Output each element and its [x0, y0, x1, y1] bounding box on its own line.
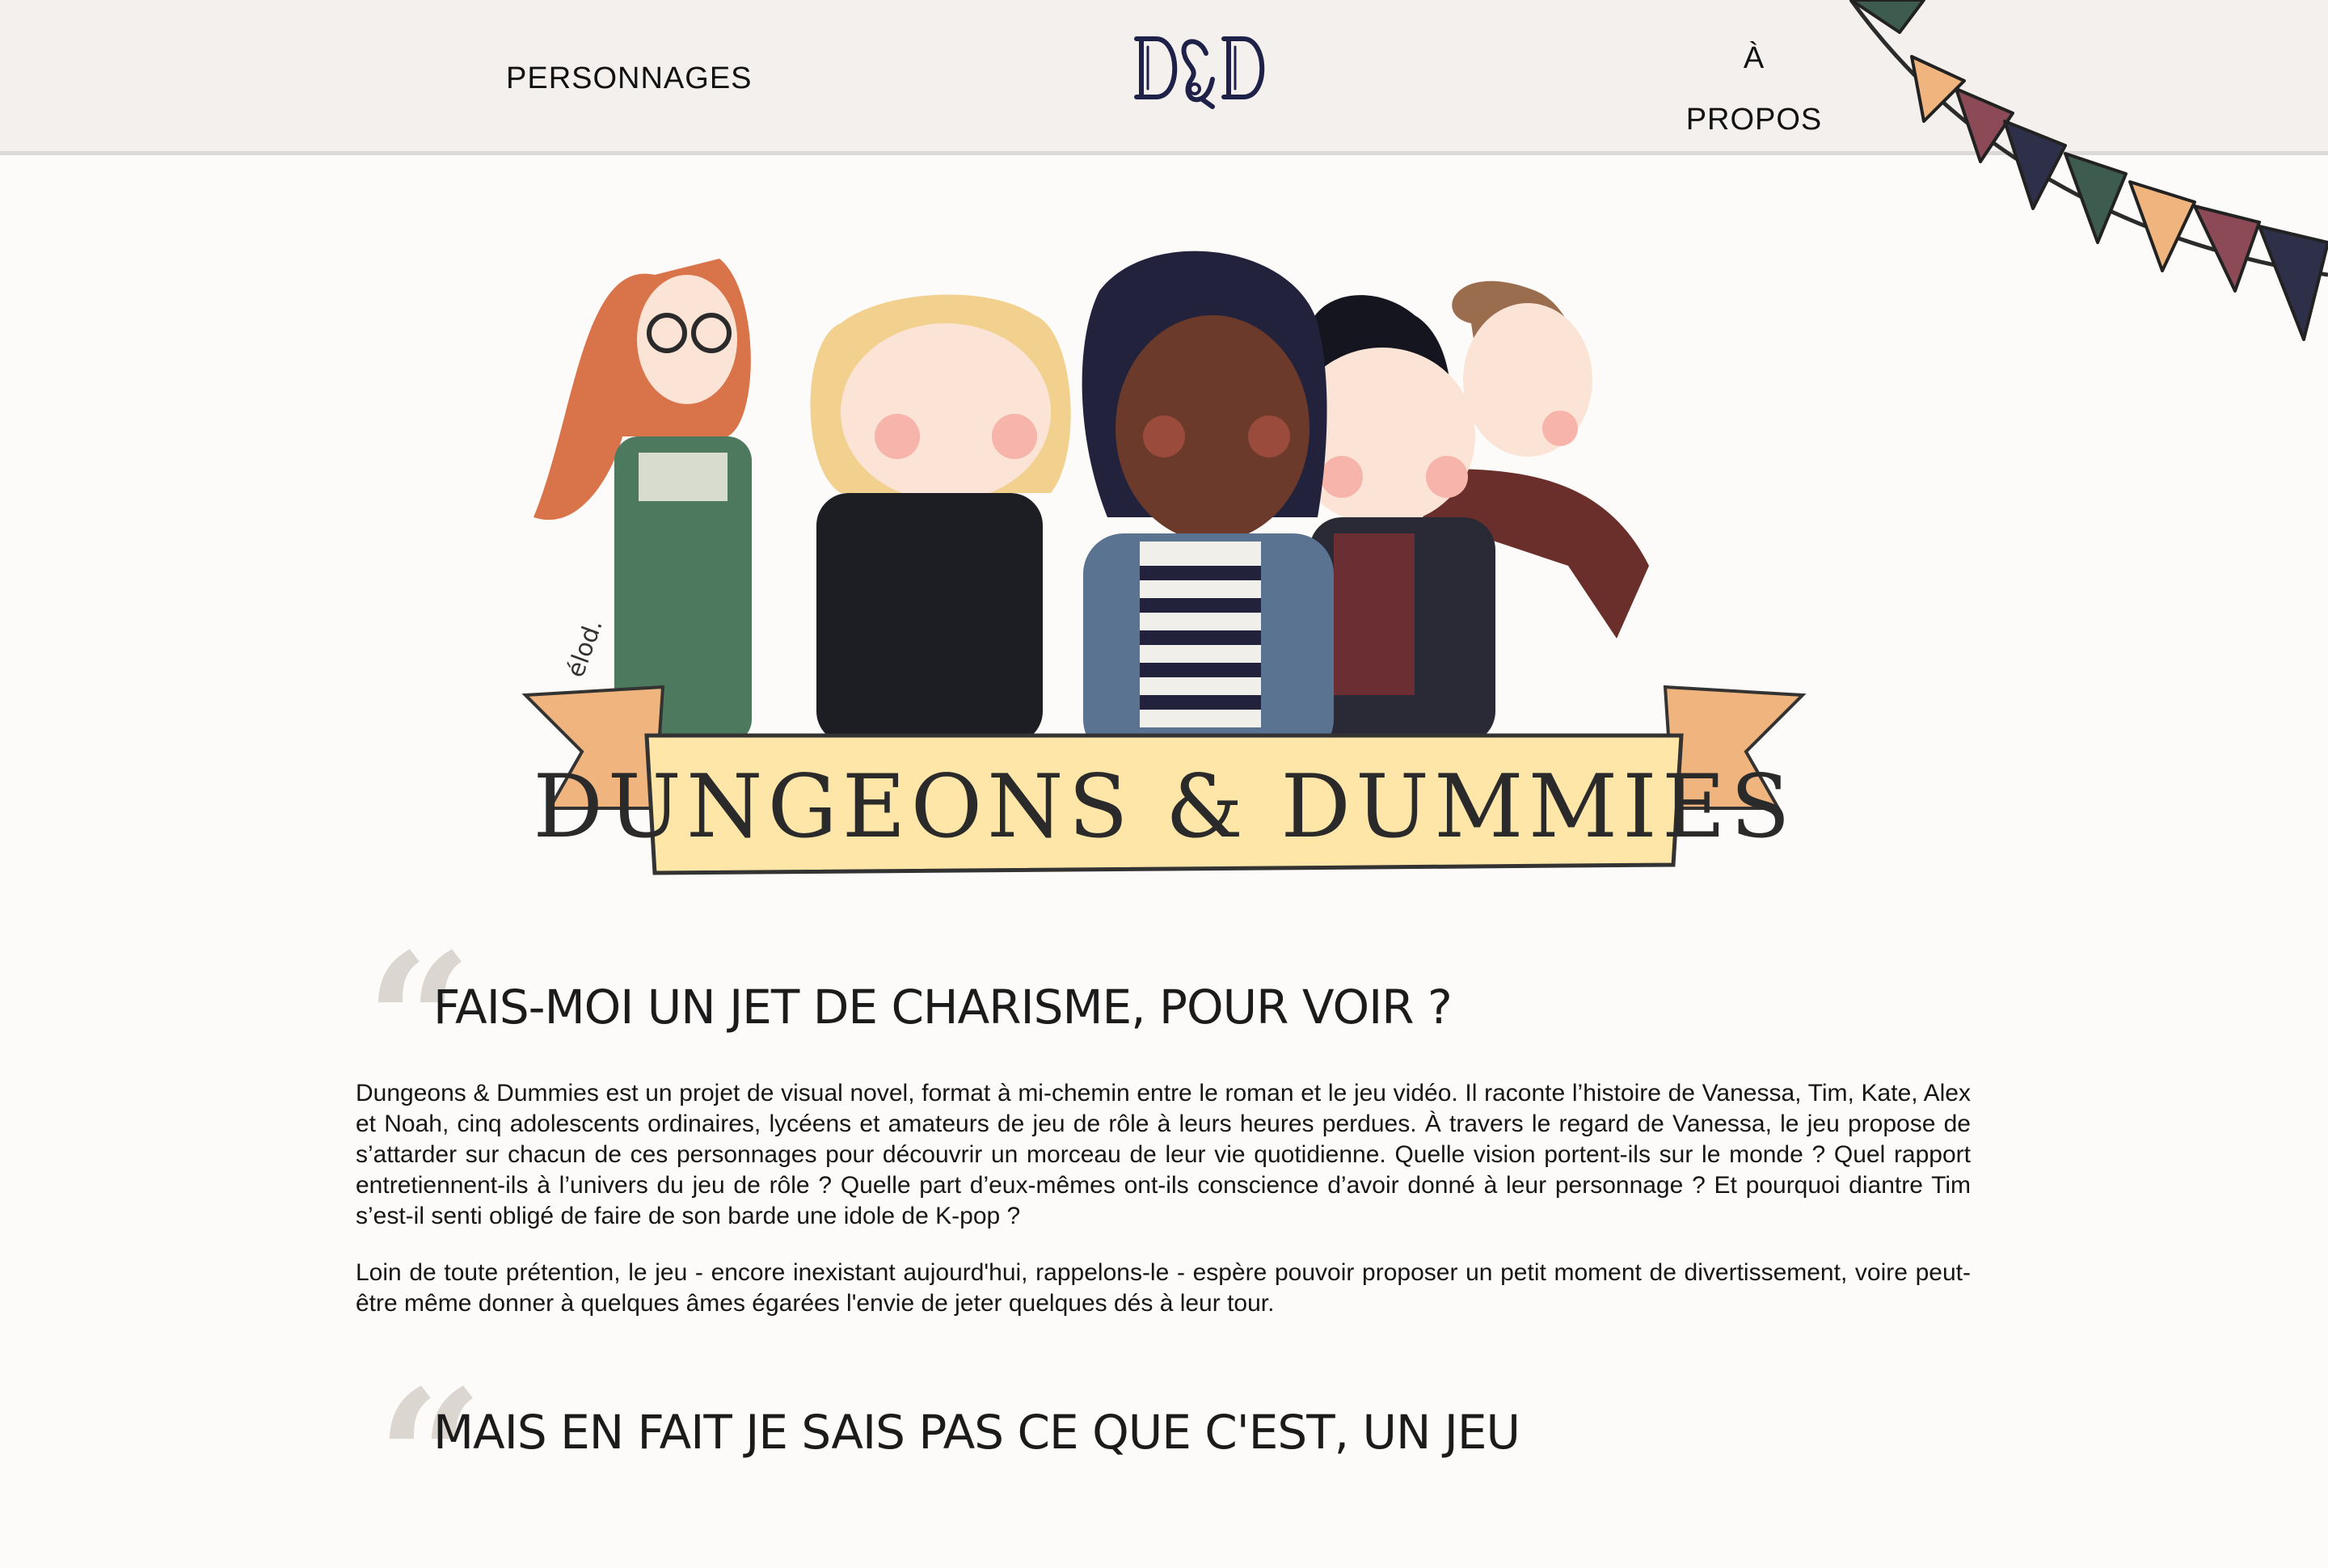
- nav-link-personnages[interactable]: PERSONNAGES: [506, 61, 753, 96]
- artist-signature: élod.: [562, 615, 609, 681]
- section-title-jeu: MAIS EN FAIT JE SAIS PAS CE QUE C'EST, U…: [433, 1405, 1520, 1460]
- bunting-garland: [1835, 0, 2328, 360]
- intro-paragraph: Dungeons & Dummies est un projet de visu…: [356, 1080, 1971, 1229]
- section-title-charisme: FAIS-MOI UN JET DE CHARISME, POUR VOIR ?: [433, 980, 1453, 1035]
- nav-link-a-propos[interactable]: À PROPOS: [1665, 27, 1843, 150]
- disclaimer-paragraph: Loin de toute prétention, le jeu - encor…: [356, 1259, 1971, 1317]
- logo-mark: [1134, 36, 1265, 109]
- hero-illustration: élod. DUNGEONS & DUMMIES: [517, 226, 1811, 885]
- character-tim: [810, 294, 1071, 744]
- site-logo[interactable]: [1132, 29, 1269, 114]
- banner-title: DUNGEONS & DUMMIES: [533, 757, 1794, 858]
- character-vanessa: [1082, 251, 1334, 760]
